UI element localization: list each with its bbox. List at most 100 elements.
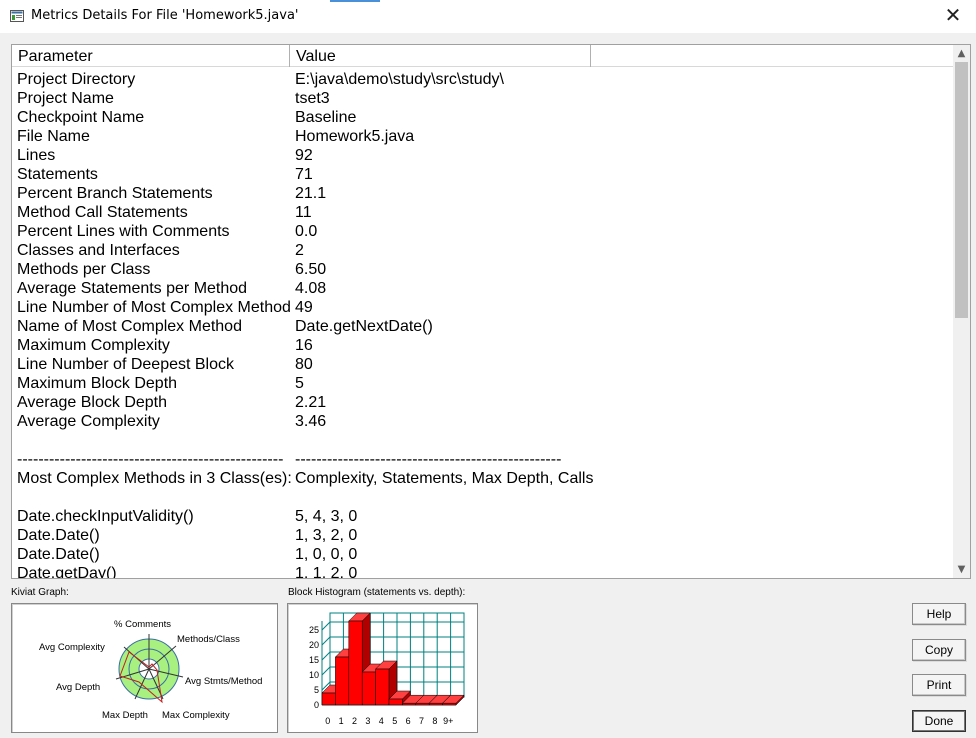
kiviat-graph: % Comments Methods/Class Avg Stmts/Metho… (11, 603, 278, 733)
histogram-gridline (321, 651, 331, 661)
value-cell: 21.1 (295, 185, 327, 202)
kiviat-axis-label: Avg Complexity (39, 642, 105, 653)
app-icon (10, 10, 24, 22)
table-row[interactable]: ----------------------------------------… (12, 450, 952, 469)
close-button[interactable]: ✕ (930, 0, 976, 33)
metrics-rows: Project Directory E:\java\demo\study\src\… (12, 70, 952, 579)
value-cell: Complexity, Statements, Max Depth, Calls (295, 470, 594, 487)
scroll-down-icon[interactable]: ▼ (953, 561, 970, 578)
table-row[interactable]: Date.Date() 1, 0, 0, 0 (12, 545, 952, 564)
parameter-cell: Methods per Class (17, 261, 151, 278)
parameter-cell: Name of Most Complex Method (17, 318, 242, 335)
x-tick-label: 6 (406, 716, 411, 726)
x-tick-label: 3 (365, 716, 370, 726)
table-row[interactable]: Checkpoint Name Baseline (12, 108, 952, 127)
value-cell: 3.46 (295, 413, 327, 430)
histogram-label: Block Histogram (statements vs. depth): (288, 587, 466, 598)
value-cell: 71 (295, 166, 313, 183)
table-row[interactable]: Average Complexity 3.46 (12, 412, 952, 431)
table-row[interactable]: Method Call Statements 11 (12, 203, 952, 222)
parameter-cell: Checkpoint Name (17, 109, 145, 126)
value-cell: Homework5.java (295, 128, 415, 145)
value-cell: 1, 1, 2, 0 (295, 565, 358, 579)
value-cell: ----------------------------------------… (295, 451, 562, 468)
histogram-gridline (321, 621, 331, 631)
kiviat-axis-label: Max Complexity (162, 710, 230, 721)
parameter-cell: Average Block Depth (17, 394, 168, 411)
value-cell: E:\java\demo\study\src\study\ (295, 71, 504, 88)
table-row[interactable]: Maximum Block Depth 5 (12, 374, 952, 393)
table-row[interactable]: Methods per Class 6.50 (12, 260, 952, 279)
table-row[interactable]: Project Directory E:\java\demo\study\src\… (12, 70, 952, 89)
kiviat-label: Kiviat Graph: (11, 587, 69, 598)
x-tick-label: 1 (339, 716, 344, 726)
value-cell: tset3 (295, 90, 330, 107)
histogram-bar (321, 692, 336, 706)
parameter-cell: File Name (17, 128, 90, 145)
value-cell: 80 (295, 356, 313, 373)
table-row[interactable]: Statements 71 (12, 165, 952, 184)
y-tick-label: 20 (309, 640, 319, 650)
title-bar: Metrics Details For File 'Homework5.java… (0, 0, 976, 33)
table-row[interactable]: Maximum Complexity 16 (12, 336, 952, 355)
table-row[interactable]: Line Number of Most Complex Method 49 (12, 298, 952, 317)
title-accent (330, 0, 380, 2)
value-cell: 2 (295, 242, 304, 259)
kiviat-svg: % Comments Methods/Class Avg Stmts/Metho… (39, 619, 262, 721)
column-header-blank[interactable] (591, 45, 955, 67)
parameter-cell: Average Complexity (17, 413, 160, 430)
table-row[interactable]: Most Complex Methods in 3 Class(es): Comp… (12, 469, 952, 488)
histogram-bar (348, 620, 363, 706)
block-histogram: 0 5 10 15 20 25 0 1 2 3 4 5 6 7 8 9+ (287, 603, 478, 733)
x-tick-label: 0 (325, 716, 330, 726)
done-button[interactable]: Done (912, 710, 966, 732)
scroll-thumb[interactable] (955, 62, 968, 318)
table-row[interactable] (12, 431, 952, 450)
vertical-scrollbar[interactable]: ▲ ▼ (953, 45, 970, 578)
print-button[interactable]: Print (912, 674, 966, 696)
help-button[interactable]: Help (912, 603, 966, 625)
value-cell: 11 (295, 204, 312, 221)
parameter-cell: Date.Date() (17, 546, 100, 563)
table-row[interactable]: Date.Date() 1, 3, 2, 0 (12, 526, 952, 545)
value-cell: Baseline (295, 109, 357, 126)
histogram-bar (375, 668, 390, 706)
y-tick-label: 15 (309, 655, 319, 665)
parameter-cell: Maximum Complexity (17, 337, 170, 354)
table-row[interactable]: Average Block Depth 2.21 (12, 393, 952, 412)
value-cell: 5 (295, 375, 304, 392)
x-tick-label: 9+ (443, 716, 453, 726)
y-tick-label: 25 (309, 625, 319, 635)
table-row[interactable]: File Name Homework5.java (12, 127, 952, 146)
metrics-list[interactable]: Parameter Value Project Directory E:\java… (11, 44, 971, 579)
scroll-up-icon[interactable]: ▲ (953, 45, 970, 62)
table-row[interactable]: Classes and Interfaces 2 (12, 241, 952, 260)
histogram-bar (442, 702, 457, 706)
parameter-cell: Project Name (17, 90, 114, 107)
copy-button[interactable]: Copy (912, 639, 966, 661)
column-header-value[interactable]: Value (290, 45, 591, 67)
value-cell: Date.getNextDate() (295, 318, 433, 335)
column-header-parameter[interactable]: Parameter (12, 45, 290, 67)
table-row[interactable] (12, 488, 952, 507)
table-row[interactable]: Lines 92 (12, 146, 952, 165)
parameter-cell: Date.getDay() (17, 565, 117, 579)
value-cell: 49 (295, 299, 313, 316)
parameter-cell: Average Statements per Method (17, 280, 248, 297)
table-row[interactable]: Project Name tset3 (12, 89, 952, 108)
table-row[interactable]: Date.getDay() 1, 1, 2, 0 (12, 564, 952, 579)
x-tick-label: 7 (419, 716, 424, 726)
column-headers: Parameter Value (12, 45, 955, 67)
table-row[interactable]: Percent Lines with Comments 0.0 (12, 222, 952, 241)
x-tick-label: 4 (379, 716, 384, 726)
y-tick-label: 5 (314, 685, 319, 695)
x-tick-label: 2 (352, 716, 357, 726)
parameter-cell: Project Directory (17, 71, 136, 88)
table-row[interactable]: Percent Branch Statements 21.1 (12, 184, 952, 203)
table-row[interactable]: Average Statements per Method 4.08 (12, 279, 952, 298)
table-row[interactable]: Name of Most Complex Method Date.getNextD… (12, 317, 952, 336)
histogram-svg: 05101520250 1 2 3 4 5 6 7 8 9+ (309, 612, 465, 726)
parameter-cell: ----------------------------------------… (17, 451, 284, 468)
table-row[interactable]: Date.checkInputValidity() 5, 4, 3, 0 (12, 507, 952, 526)
table-row[interactable]: Line Number of Deepest Block 80 (12, 355, 952, 374)
